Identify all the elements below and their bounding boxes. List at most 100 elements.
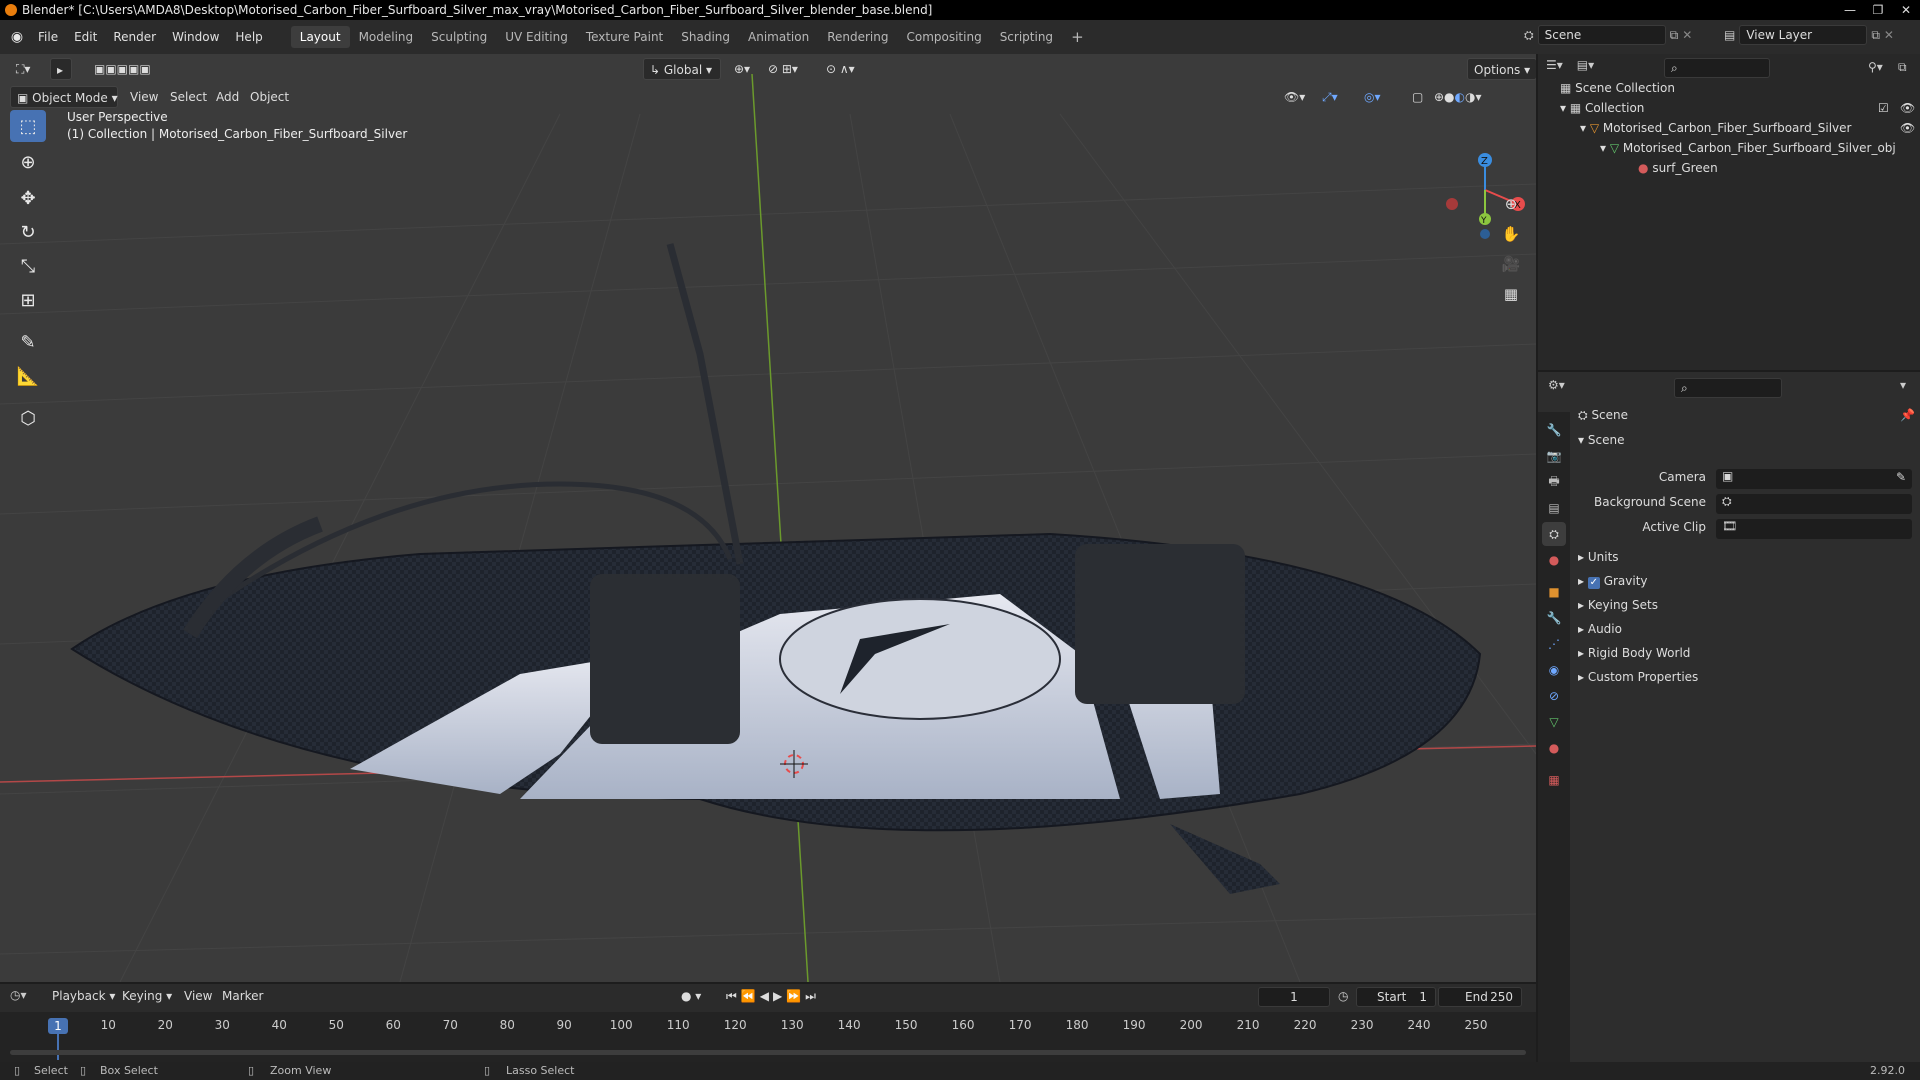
tab-uv-editing[interactable]: UV Editing [496, 26, 577, 48]
pivot-point-icon[interactable]: ⊕▾ [728, 58, 756, 80]
tab-material[interactable]: ● [1542, 736, 1566, 760]
tab-shading[interactable]: Shading [672, 26, 739, 48]
gravity-checkbox[interactable]: ✓ [1587, 577, 1600, 589]
end-frame-field[interactable]: End 250 [1438, 987, 1522, 1007]
cursor-tool[interactable]: ⊕ [10, 146, 46, 178]
timeline-scrollbar[interactable] [10, 1050, 1526, 1055]
playback-controls[interactable]: ⏮⏪◀▶⏩⏭ [720, 985, 826, 1007]
surfboard-model[interactable] [70, 243, 1482, 894]
filter-icon[interactable]: ⚲▾ [1868, 60, 1883, 74]
measure-tool[interactable]: 📐 [10, 360, 46, 392]
visibility-icon[interactable]: 👁▾ [1278, 86, 1311, 108]
tab-texture[interactable]: ▦ [1542, 768, 1566, 792]
pin-icon[interactable]: 📌 [1900, 404, 1915, 426]
options-chevron-icon[interactable]: ▾ [1900, 378, 1906, 392]
close-button[interactable]: ✕ [1892, 0, 1920, 20]
tab-particles[interactable]: ⋰ [1542, 632, 1566, 656]
timeline-editor-type-icon[interactable]: ◷▾ [10, 988, 27, 1002]
new-view-layer-icon[interactable]: ⧉ [1871, 28, 1880, 43]
annotate-tool[interactable]: ✎ [10, 326, 46, 358]
active-clip-field[interactable]: 🎞 [1716, 519, 1912, 539]
expand-icon[interactable]: ▾ [1580, 121, 1586, 135]
current-frame-field[interactable]: 1 [1258, 987, 1330, 1007]
tab-rendering[interactable]: Rendering [818, 26, 897, 48]
delete-scene-icon[interactable]: ✕ [1682, 28, 1692, 42]
start-frame-field[interactable]: Start 1 [1356, 987, 1436, 1007]
menu-view[interactable]: View [124, 86, 164, 108]
gizmo-toggle-icon[interactable]: ⤢▾ [1316, 86, 1344, 108]
camera-view-icon[interactable]: 🎥 [1497, 250, 1525, 278]
outliner-row-scene-collection[interactable]: ▦ Scene Collection [1538, 78, 1920, 98]
menu-help[interactable]: Help [227, 25, 270, 49]
scene-selector[interactable]: Scene [1537, 25, 1666, 45]
marker-menu[interactable]: Marker [216, 985, 269, 1007]
camera-field[interactable]: ▣ ✎ [1716, 469, 1912, 489]
blender-menu-icon[interactable]: ◉ [4, 29, 30, 45]
snap-icon[interactable]: ⊘ ⊞▾ [762, 58, 804, 80]
tab-physics[interactable]: ◉ [1542, 658, 1566, 682]
properties-search-input[interactable]: ⌕ [1674, 378, 1782, 398]
visibility-eye-icon[interactable]: 👁 [1900, 98, 1915, 118]
panel-units[interactable]: ▸ Units [1578, 546, 1918, 568]
tab-scripting[interactable]: Scripting [991, 26, 1062, 48]
tab-object-data[interactable]: ▽ [1542, 710, 1566, 734]
outliner-editor-type-icon[interactable]: ☰▾ [1546, 58, 1563, 72]
options-dropdown[interactable]: Options ▾ [1467, 58, 1536, 80]
menu-file[interactable]: File [30, 25, 66, 49]
playhead[interactable]: 1 [48, 1018, 68, 1034]
outliner-row-object[interactable]: ▾ ▽ Motorised_Carbon_Fiber_Surfboard_Sil… [1538, 118, 1920, 138]
record-icon[interactable]: ● ▾ [675, 985, 707, 1007]
tab-output[interactable]: 🖶 [1542, 470, 1566, 494]
tab-texture-paint[interactable]: Texture Paint [577, 26, 672, 48]
menu-object[interactable]: Object [244, 86, 295, 108]
tab-modifiers[interactable]: 🔧 [1542, 606, 1566, 630]
menu-render[interactable]: Render [105, 25, 164, 49]
perspective-toggle-icon[interactable]: ▦ [1497, 280, 1525, 308]
properties-editor-type-icon[interactable]: ⚙▾ [1548, 378, 1565, 392]
keying-menu[interactable]: Keying ▾ [116, 985, 178, 1007]
object-mode-dropdown[interactable]: ▣ Object Mode ▾ [10, 86, 118, 108]
display-mode-icon[interactable]: ▤▾ [1577, 58, 1594, 72]
outliner-search-input[interactable]: ⌕ [1664, 58, 1770, 78]
rotate-tool[interactable]: ↻ [10, 216, 46, 248]
tab-layout[interactable]: Layout [290, 26, 350, 48]
playback-menu[interactable]: Playback ▾ [46, 985, 121, 1007]
transform-orientation-dropdown[interactable]: ↳ Global ▾ [643, 58, 721, 80]
exclude-checkbox[interactable]: ☑ [1878, 98, 1889, 118]
transform-tool[interactable]: ⊞ [10, 284, 46, 316]
3d-viewport[interactable]: Z X Y ⛶▾ ▸ ▣▣▣▣▣ ↳ Global ▾ ⊕▾ ⊘ ⊞▾ ⊙ ∧▾… [0, 54, 1536, 982]
select-tool-icon[interactable]: ▸ [50, 58, 72, 80]
scene-panel-header[interactable]: ▾ Scene [1578, 429, 1918, 451]
select-box-tool[interactable]: ⬚ [10, 110, 46, 142]
minimize-button[interactable]: — [1836, 0, 1864, 20]
tab-modeling[interactable]: Modeling [350, 26, 423, 48]
eyedropper-icon[interactable]: ✎ [1896, 470, 1906, 484]
tab-world[interactable]: ● [1542, 548, 1566, 572]
tab-sculpting[interactable]: Sculpting [422, 26, 496, 48]
selection-mode-icons[interactable]: ▣▣▣▣▣ [88, 58, 157, 80]
tab-compositing[interactable]: Compositing [897, 26, 990, 48]
panel-custom-properties[interactable]: ▸ Custom Properties [1578, 666, 1918, 688]
tab-scene[interactable]: ⛭ [1542, 522, 1566, 546]
tab-tool[interactable]: 🔧 [1542, 418, 1566, 442]
maximize-button[interactable]: ❐ [1864, 0, 1892, 20]
zoom-icon[interactable]: ⊕ [1497, 190, 1525, 218]
xray-toggle-icon[interactable]: ▢ [1406, 86, 1429, 108]
menu-edit[interactable]: Edit [66, 25, 105, 49]
pan-hand-icon[interactable]: ✋ [1497, 220, 1525, 248]
outliner-row-material[interactable]: ● surf_Green [1538, 158, 1920, 178]
clock-icon[interactable]: ◷ [1338, 989, 1348, 1003]
outliner-row-mesh[interactable]: ▾ ▽ Motorised_Carbon_Fiber_Surfboard_Sil… [1538, 138, 1920, 158]
tab-object[interactable]: ■ [1542, 580, 1566, 604]
panel-gravity[interactable]: ▸ ✓ Gravity [1578, 570, 1918, 592]
menu-window[interactable]: Window [164, 25, 227, 49]
tab-animation[interactable]: Animation [739, 26, 818, 48]
timeline-view-menu[interactable]: View [178, 985, 218, 1007]
outliner-row-collection[interactable]: ▾ ▦ Collection ☑ 👁 [1538, 98, 1920, 118]
scale-tool[interactable]: ⤡ [10, 250, 46, 282]
new-collection-icon[interactable]: ⧉ [1898, 60, 1907, 75]
panel-rigid-body-world[interactable]: ▸ Rigid Body World [1578, 642, 1918, 664]
move-tool[interactable]: ✥ [10, 182, 46, 214]
proportional-edit-icon[interactable]: ⊙ ∧▾ [820, 58, 861, 80]
view-layer-selector[interactable]: View Layer [1739, 25, 1868, 45]
